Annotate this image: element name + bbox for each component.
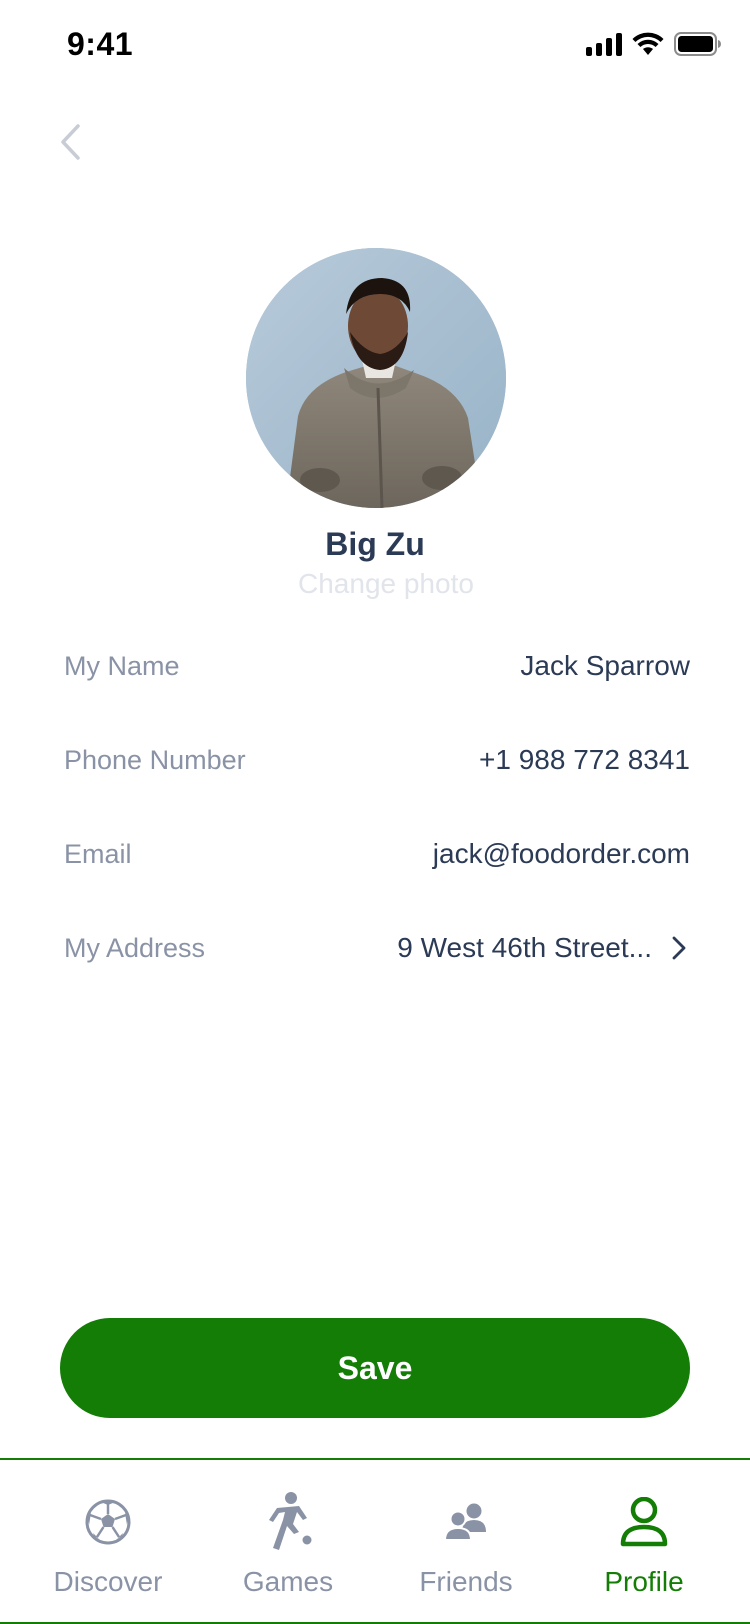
avatar-photo [246, 248, 506, 508]
battery-icon [674, 32, 721, 56]
phone-field[interactable]: +1 988 772 8341 [479, 744, 690, 776]
tab-friends[interactable]: Friends [376, 1494, 556, 1598]
address-field[interactable]: 9 West 46th Street... [397, 932, 690, 964]
field-label: Phone Number [64, 744, 246, 775]
field-label: My Name [64, 650, 180, 681]
tab-discover[interactable]: Discover [18, 1494, 198, 1598]
avatar[interactable] [246, 248, 506, 508]
field-row-address[interactable]: My Address 9 West 46th Street... [64, 920, 690, 976]
status-time: 9:41 [67, 26, 134, 62]
email-field[interactable]: jack@foodorder.com [433, 838, 690, 870]
status-icons [586, 32, 722, 56]
chevron-left-icon [61, 124, 80, 160]
tab-label: Friends [419, 1566, 513, 1597]
friends-icon [438, 1494, 494, 1550]
cellular-signal-icon [586, 32, 622, 56]
person-icon [616, 1494, 672, 1550]
field-value: +1 988 772 8341 [479, 744, 690, 775]
tab-bar: Discover Games Friends Profile [0, 1458, 750, 1624]
tab-games[interactable]: Games [198, 1492, 378, 1598]
field-label: Email [64, 838, 132, 869]
tab-profile[interactable]: Profile [554, 1494, 734, 1598]
field-row-email[interactable]: Email jack@foodorder.com [64, 826, 690, 882]
tab-label: Discover [53, 1566, 163, 1597]
player-kicking-icon [260, 1492, 316, 1550]
chevron-right-icon [672, 936, 686, 960]
back-button[interactable] [48, 116, 92, 168]
save-button[interactable]: Save [60, 1318, 690, 1418]
field-value: Jack Sparrow [520, 650, 690, 681]
field-row-phone[interactable]: Phone Number +1 988 772 8341 [64, 732, 690, 788]
status-bar: 9:41 [0, 0, 750, 96]
field-value: jack@foodorder.com [432, 838, 690, 869]
change-photo-link[interactable]: Change photo [298, 568, 474, 600]
tab-label: Games [242, 1566, 334, 1597]
wifi-icon [632, 32, 664, 55]
profile-name: Big Zu [325, 526, 425, 562]
field-value: 9 West 46th Street... [397, 932, 652, 963]
tab-label: Profile [604, 1566, 684, 1597]
soccer-ball-icon [80, 1494, 136, 1550]
name-field[interactable]: Jack Sparrow [520, 650, 690, 682]
field-row-name[interactable]: My Name Jack Sparrow [64, 638, 690, 694]
field-label: My Address [64, 932, 206, 963]
